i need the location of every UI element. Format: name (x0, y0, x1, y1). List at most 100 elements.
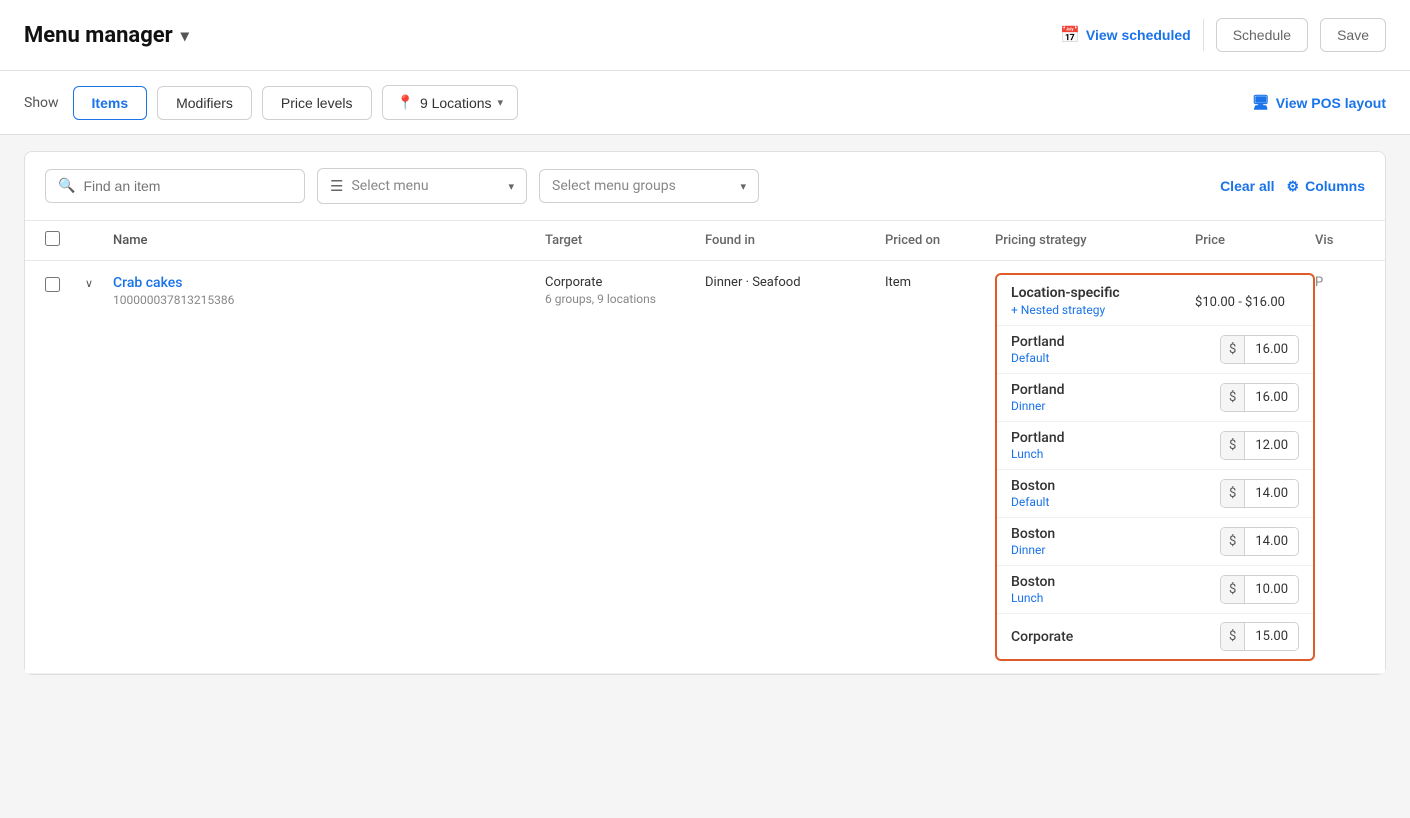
row-checkbox[interactable] (45, 277, 60, 292)
dollar-sign: $ (1221, 576, 1245, 603)
locations-dropdown[interactable]: 📍 9 Locations ▾ (382, 85, 519, 120)
col-checkbox (45, 231, 85, 250)
select-all-checkbox[interactable] (45, 231, 60, 246)
item-id: 100000037813215386 (113, 293, 545, 307)
pricing-location-portland-default: Portland Default (1011, 334, 1220, 365)
gear-icon: ⚙ (1287, 178, 1300, 195)
save-button[interactable]: Save (1320, 18, 1386, 52)
pricing-location-boston-dinner: Boston Dinner (1011, 526, 1220, 557)
columns-button[interactable]: ⚙ Columns (1287, 178, 1365, 195)
pricing-strategy-info: Location-specific + Nested strategy (1011, 285, 1120, 317)
item-name[interactable]: Crab cakes (113, 275, 545, 291)
location-sub: Default (1011, 351, 1220, 365)
location-name: Portland (1011, 430, 1220, 446)
location-name: Portland (1011, 334, 1220, 350)
pricing-row-portland-lunch: Portland Lunch $ 12.00 (997, 422, 1313, 470)
target-cell: Corporate 6 groups, 9 locations (545, 261, 705, 320)
pricing-amount-input[interactable]: $ 15.00 (1220, 622, 1299, 651)
pricing-amount-input[interactable]: $ 16.00 (1220, 335, 1299, 364)
pricing-location-boston-lunch: Boston Lunch (1011, 574, 1220, 605)
schedule-button[interactable]: Schedule (1216, 18, 1308, 52)
pricing-amount-input[interactable]: $ 12.00 (1220, 431, 1299, 460)
view-pos-label: View POS layout (1276, 95, 1386, 111)
dollar-sign: $ (1221, 384, 1245, 411)
view-scheduled-button[interactable]: 📅 View scheduled (1060, 25, 1191, 45)
pricing-range: $10.00 - $16.00 (1195, 285, 1299, 316)
col-head-vis: Vis (1315, 233, 1365, 248)
pricing-row-portland-dinner: Portland Dinner $ 16.00 (997, 374, 1313, 422)
pricing-amount-input[interactable]: $ 16.00 (1220, 383, 1299, 412)
dollar-sign: $ (1221, 432, 1245, 459)
dollar-sign: $ (1221, 480, 1245, 507)
location-name: Boston (1011, 526, 1220, 542)
item-name-cell: Crab cakes 100000037813215386 (113, 261, 545, 321)
location-sub: Lunch (1011, 447, 1220, 461)
pricing-row-boston-lunch: Boston Lunch $ 10.00 (997, 566, 1313, 614)
tab-items[interactable]: Items (73, 86, 148, 120)
row-checkbox-cell (45, 261, 85, 292)
pricing-strategy-name: Location-specific (1011, 285, 1120, 301)
pricing-row-boston-dinner: Boston Dinner $ 14.00 (997, 518, 1313, 566)
filters-row: 🔍 ☰ Select menu ▾ Select menu groups ▾ C… (25, 152, 1385, 221)
location-name: Corporate (1011, 629, 1220, 645)
table-header: Name Target Found in Priced on Pricing s… (25, 221, 1385, 261)
expand-icon[interactable]: ∨ (85, 277, 93, 290)
price-value: 10.00 (1245, 576, 1298, 603)
tab-price-levels[interactable]: Price levels (262, 86, 372, 120)
select-menu-label: Select menu (351, 178, 500, 194)
pricing-amount-input[interactable]: $ 14.00 (1220, 479, 1299, 508)
content-card: 🔍 ☰ Select menu ▾ Select menu groups ▾ C… (24, 151, 1386, 675)
page-title-group: Menu manager ▾ (24, 23, 189, 48)
tab-modifiers[interactable]: Modifiers (157, 86, 252, 120)
locations-label: 9 Locations (420, 95, 492, 111)
pricing-location-portland-dinner: Portland Dinner (1011, 382, 1220, 413)
page-title: Menu manager (24, 23, 173, 48)
calendar-icon: 📅 (1060, 25, 1080, 45)
pricing-strategy-cell: Location-specific + Nested strategy $10.… (995, 261, 1315, 673)
select-menu-dropdown[interactable]: ☰ Select menu ▾ (317, 168, 527, 204)
col-head-found-in: Found in (705, 233, 885, 248)
table-row: ∨ Crab cakes 100000037813215386 Corporat… (25, 261, 1385, 674)
main-content: 🔍 ☰ Select menu ▾ Select menu groups ▾ C… (0, 135, 1410, 691)
view-pos-button[interactable]: 🖥 View POS layout (1252, 94, 1386, 111)
price-value: 16.00 (1245, 336, 1298, 363)
search-input-wrap: 🔍 (45, 169, 305, 203)
pricing-amount-input[interactable]: $ 10.00 (1220, 575, 1299, 604)
pricing-box: Location-specific + Nested strategy $10.… (995, 273, 1315, 661)
vis-cell: P (1315, 261, 1365, 304)
pricing-amount-input[interactable]: $ 14.00 (1220, 527, 1299, 556)
price-value: 14.00 (1245, 528, 1298, 555)
menu-icon: ☰ (330, 177, 343, 195)
price-value: 12.00 (1245, 432, 1298, 459)
pricing-row-corporate: Corporate $ 15.00 (997, 614, 1313, 659)
expand-cell: ∨ (85, 261, 113, 290)
location-name: Boston (1011, 478, 1220, 494)
location-sub: Dinner (1011, 399, 1220, 413)
title-dropdown-arrow[interactable]: ▾ (181, 26, 189, 45)
select-groups-chevron-icon: ▾ (740, 180, 746, 193)
search-input[interactable] (83, 178, 292, 194)
location-name: Boston (1011, 574, 1220, 590)
pricing-location-boston-default: Boston Default (1011, 478, 1220, 509)
header-divider (1203, 19, 1204, 51)
priced-on-cell: Item (885, 261, 995, 304)
location-name: Portland (1011, 382, 1220, 398)
target-main: Corporate (545, 275, 705, 290)
pricing-location-corporate: Corporate (1011, 629, 1220, 645)
clear-all-button[interactable]: Clear all (1220, 178, 1274, 194)
select-groups-dropdown[interactable]: Select menu groups ▾ (539, 169, 759, 203)
locations-chevron-icon: ▾ (498, 96, 504, 109)
pricing-location-portland-lunch: Portland Lunch (1011, 430, 1220, 461)
select-menu-chevron-icon: ▾ (508, 180, 514, 193)
pricing-top-row: Location-specific + Nested strategy $10.… (997, 275, 1313, 326)
col-head-price: Price (1195, 233, 1315, 248)
dollar-sign: $ (1221, 528, 1245, 555)
target-sub: 6 groups, 9 locations (545, 292, 705, 306)
found-in-cell: Dinner · Seafood (705, 261, 885, 304)
select-groups-label: Select menu groups (552, 178, 676, 194)
dollar-sign: $ (1221, 623, 1245, 650)
col-head-target: Target (545, 233, 705, 248)
pricing-row-portland-default: Portland Default $ 16.00 (997, 326, 1313, 374)
monitor-icon: 🖥 (1252, 94, 1270, 111)
search-icon: 🔍 (58, 178, 75, 194)
